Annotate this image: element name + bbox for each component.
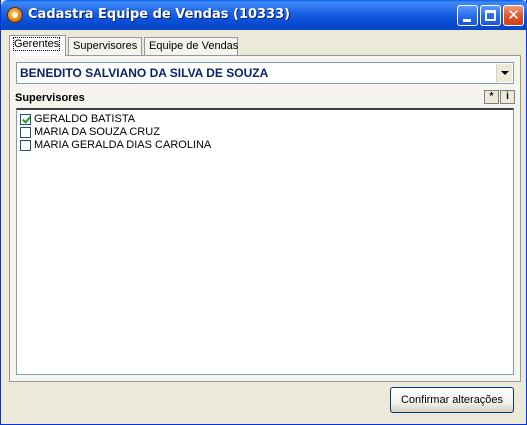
checkbox[interactable] bbox=[20, 127, 31, 138]
app-window: Cadastra Equipe de Vendas (10333) ✕ Gere… bbox=[0, 0, 527, 425]
checkbox[interactable] bbox=[20, 140, 31, 151]
close-icon: ✕ bbox=[507, 6, 520, 24]
title-bar[interactable]: Cadastra Equipe de Vendas (10333) ✕ bbox=[1, 0, 527, 30]
maximize-icon bbox=[485, 10, 496, 21]
window-title: Cadastra Equipe de Vendas (10333) bbox=[28, 7, 291, 22]
asterisk-button[interactable]: * bbox=[484, 90, 499, 104]
minimize-icon bbox=[463, 19, 471, 22]
chevron-down-icon[interactable] bbox=[496, 64, 512, 82]
tab-label: Gerentes bbox=[12, 37, 61, 51]
close-button[interactable]: ✕ bbox=[503, 5, 524, 26]
list-item-label: MARIA DA SOUZA CRUZ bbox=[34, 126, 160, 138]
manager-select[interactable]: BENEDITO SALVIANO DA SILVA DE SOUZA bbox=[16, 62, 514, 84]
tab-gerentes[interactable]: Gerentes bbox=[9, 35, 66, 56]
list-item-label: GERALDO BATISTA bbox=[34, 113, 136, 125]
maximize-button[interactable] bbox=[480, 5, 501, 26]
confirm-changes-button[interactable]: Confirmar alterações bbox=[390, 387, 514, 413]
minimize-button[interactable] bbox=[457, 5, 478, 26]
checkbox-checked[interactable] bbox=[20, 114, 31, 125]
tab-equipe-de-vendas[interactable]: Equipe de Vendas bbox=[144, 37, 238, 55]
manager-select-value: BENEDITO SALVIANO DA SILVA DE SOUZA bbox=[20, 66, 269, 80]
list-item-label: MARIA GERALDA DIAS CAROLINA bbox=[34, 139, 212, 151]
app-icon[interactable] bbox=[7, 7, 23, 23]
tab-panel-gerentes: BENEDITO SALVIANO DA SILVA DE SOUZA Supe… bbox=[9, 55, 521, 382]
info-button[interactable]: i bbox=[500, 90, 515, 104]
tab-supervisores[interactable]: Supervisores bbox=[68, 37, 142, 55]
tab-label: Equipe de Vendas bbox=[149, 40, 239, 52]
supervisors-list[interactable]: GERALDO BATISTA MARIA DA SOUZA CRUZ MARI… bbox=[16, 108, 514, 375]
supervisors-heading: Supervisores bbox=[15, 92, 85, 104]
tab-label: Supervisores bbox=[73, 40, 138, 52]
